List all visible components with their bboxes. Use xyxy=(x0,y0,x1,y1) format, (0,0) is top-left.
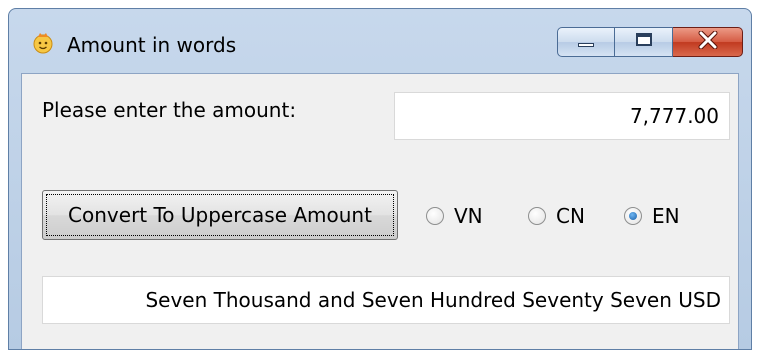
radio-cn[interactable]: CN xyxy=(528,202,585,230)
radio-vn-label: VN xyxy=(454,204,483,228)
close-button[interactable] xyxy=(673,27,743,57)
radio-circle xyxy=(624,207,642,225)
result-field[interactable]: Seven Thousand and Seven Hundred Seventy… xyxy=(42,276,730,324)
face-icon xyxy=(31,31,55,55)
maximize-icon xyxy=(634,32,654,52)
minimize-icon xyxy=(575,33,597,52)
radio-circle xyxy=(426,207,444,225)
minimize-button[interactable] xyxy=(557,27,615,57)
window-title: Amount in words xyxy=(67,33,237,57)
result-text: Seven Thousand and Seven Hundred Seventy… xyxy=(145,288,721,312)
convert-button-label: Convert To Uppercase Amount xyxy=(46,194,394,236)
radio-selected-dot xyxy=(629,212,637,220)
title-bar[interactable]: Amount in words xyxy=(9,9,751,73)
client-area: Please enter the amount: Convert To Uppe… xyxy=(21,73,739,349)
app-window: Amount in words Please enter the amount:… xyxy=(8,8,752,350)
convert-button[interactable]: Convert To Uppercase Amount xyxy=(42,190,398,240)
maximize-button[interactable] xyxy=(615,27,673,57)
amount-input[interactable] xyxy=(394,92,730,140)
amount-label: Please enter the amount: xyxy=(42,98,297,122)
radio-en-label: EN xyxy=(652,204,680,228)
radio-circle xyxy=(528,207,546,225)
radio-cn-label: CN xyxy=(556,204,585,228)
radio-vn[interactable]: VN xyxy=(426,202,483,230)
close-icon xyxy=(697,30,719,53)
radio-en[interactable]: EN xyxy=(624,202,680,230)
